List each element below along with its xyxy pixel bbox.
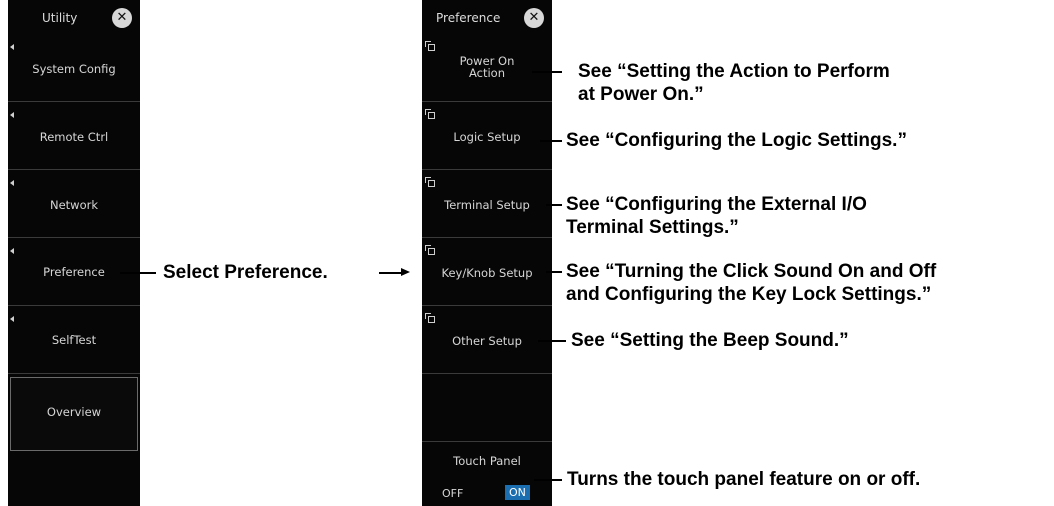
callout-line [546, 204, 562, 206]
annotation-power-on-line1: See “Setting the Action to Perform [578, 61, 890, 82]
callout-line [538, 340, 566, 342]
callout-line [534, 479, 562, 481]
menu-item-terminal-setup[interactable]: Terminal Setup [422, 170, 552, 238]
callout-line [532, 71, 562, 73]
expand-left-icon [10, 112, 14, 118]
menu-item-label: Logic Setup [453, 130, 521, 144]
annotation-power-on-line2: at Power On.” [578, 84, 704, 105]
menu-item-logic-setup[interactable]: Logic Setup [422, 102, 552, 170]
expand-left-icon [10, 316, 14, 322]
submenu-icon [425, 245, 435, 255]
callout-line [540, 140, 562, 142]
menu-item-label: Network [49, 198, 99, 212]
annotation-other: See “Setting the Beep Sound.” [571, 330, 849, 351]
utility-menu-panel: Utility ✕ System Config Remote Ctrl Netw… [8, 0, 140, 506]
menu-item-label: Remote Ctrl [39, 130, 109, 144]
submenu-icon [425, 109, 435, 119]
submenu-icon [425, 313, 435, 323]
preference-title: Preference [436, 11, 501, 25]
annotation-terminal-line1: See “Configuring the External I/O [566, 194, 867, 215]
menu-item-label-line2: Action [468, 66, 506, 80]
preference-menu-panel: Preference ✕ Power On Action Logic Setup… [422, 0, 552, 506]
arrow-line [379, 272, 401, 274]
preference-header: Preference ✕ [422, 0, 552, 34]
submenu-icon [425, 41, 435, 51]
menu-item-label: Terminal Setup [444, 198, 530, 212]
utility-title: Utility [42, 11, 78, 25]
touch-panel-label: Touch Panel [453, 454, 521, 468]
menu-item-label: Key/Knob Setup [441, 266, 533, 280]
callout-line [120, 272, 156, 274]
menu-item-remote-ctrl[interactable]: Remote Ctrl [8, 102, 140, 170]
empty-menu-slot [422, 374, 552, 442]
submenu-icon [425, 177, 435, 187]
expand-left-icon [10, 248, 14, 254]
menu-item-other-setup[interactable]: Other Setup [422, 306, 552, 374]
annotation-terminal-line2: Terminal Settings.” [566, 217, 739, 238]
menu-item-key-knob-setup[interactable]: Key/Knob Setup [422, 238, 552, 306]
menu-item-system-config[interactable]: System Config [8, 34, 140, 102]
expand-left-icon [10, 44, 14, 50]
menu-item-label: SelfTest [51, 333, 97, 347]
menu-item-selftest[interactable]: SelfTest [8, 306, 140, 374]
annotation-touch-panel: Turns the touch panel feature on or off. [567, 469, 921, 490]
arrow-right-icon [401, 268, 410, 276]
close-icon[interactable]: ✕ [112, 8, 132, 28]
toggle-on-label[interactable]: ON [505, 485, 530, 500]
annotation-select-preference: Select Preference. [163, 262, 328, 283]
annotation-keyknob-line2: and Configuring the Key Lock Settings.” [566, 284, 932, 305]
touch-panel-toggle[interactable]: Touch Panel OFF ON [422, 442, 552, 506]
callout-line [546, 271, 562, 273]
annotation-logic: See “Configuring the Logic Settings.” [566, 130, 907, 151]
menu-item-power-on-action[interactable]: Power On Action [422, 34, 552, 102]
menu-item-network[interactable]: Network [8, 170, 140, 238]
annotation-keyknob-line1: See “Turning the Click Sound On and Off [566, 261, 937, 282]
overview-label: Overview [46, 405, 102, 419]
utility-header: Utility ✕ [8, 0, 140, 34]
overview-button[interactable]: Overview [10, 377, 138, 451]
expand-left-icon [10, 180, 14, 186]
menu-item-label: System Config [32, 62, 116, 76]
menu-item-label: Other Setup [452, 334, 522, 348]
close-icon[interactable]: ✕ [524, 8, 544, 28]
toggle-off-label[interactable]: OFF [442, 487, 463, 500]
